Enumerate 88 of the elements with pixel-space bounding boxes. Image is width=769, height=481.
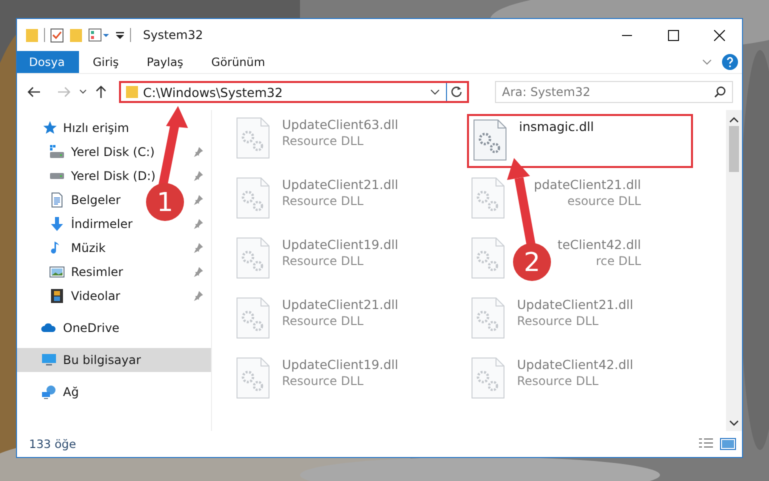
file-name[interactable]: insmagic.dll (519, 119, 594, 134)
file-name[interactable]: UpdateClient19.dll (282, 357, 398, 372)
chevron-down-icon[interactable] (79, 89, 87, 95)
sidebar-item[interactable]: Bu bilgisayar (63, 353, 141, 367)
folder-icon (125, 85, 139, 99)
selected-row-highlight[interactable]: Bu bilgisayar (17, 348, 211, 372)
step-number: 2 (524, 248, 540, 278)
file-type: Resource DLL (282, 194, 364, 208)
properties-icon[interactable] (88, 27, 110, 43)
sidebar-item[interactable]: Yerel Disk (C:) (71, 145, 155, 159)
file-gear-icon (236, 177, 270, 219)
file-gear-icon (236, 237, 270, 279)
file-name[interactable]: UpdateClient63.dll (282, 117, 398, 132)
file-type: Resource DLL (517, 374, 600, 388)
file-name[interactable]: pdateClient21.dll (534, 177, 641, 192)
file-name[interactable]: UpdateClient19.dll (282, 237, 398, 252)
step-marker (146, 183, 184, 221)
picture-icon (49, 264, 65, 280)
file-type: Resource DLL (282, 374, 364, 388)
sidebar-item[interactable]: Yerel Disk (D:) (71, 169, 156, 183)
sidebar-item[interactable]: OneDrive (63, 321, 120, 335)
ribbon-tab[interactable]: Giriş (78, 51, 133, 73)
step-marker (513, 243, 551, 281)
star-icon (41, 120, 57, 136)
pin-icon[interactable] (193, 243, 203, 253)
download-icon (49, 216, 65, 232)
close-icon[interactable] (714, 30, 724, 40)
pin-icon[interactable] (193, 291, 203, 301)
step-number: 1 (156, 188, 174, 218)
film-icon (49, 288, 65, 304)
pin-icon[interactable] (193, 147, 203, 157)
sidebar-item[interactable]: Resimler (71, 265, 124, 279)
file-name[interactable]: teClient42.dll (557, 237, 641, 252)
item-count: 133 öğe (29, 437, 76, 451)
window-title: System32 (143, 28, 204, 42)
scroll-down-icon[interactable] (729, 419, 739, 427)
ribbon-tab[interactable]: Görünüm (197, 51, 280, 73)
minimize-icon[interactable] (622, 34, 632, 36)
checklist-icon[interactable] (50, 27, 64, 43)
file-name[interactable]: UpdateClient21.dll (282, 297, 398, 312)
pin-icon[interactable] (193, 171, 203, 181)
file-type: Resource DLL (282, 314, 364, 328)
file-gear-icon (471, 297, 505, 339)
document-icon (49, 192, 65, 208)
ribbon-tab[interactable]: Dosya (17, 51, 79, 73)
address-bar[interactable]: C:\Windows\System32 (119, 81, 469, 103)
back-arrow-icon[interactable] (27, 86, 41, 98)
search-field[interactable]: Ara: System32 (495, 81, 733, 103)
sidebar-item[interactable]: Belgeler (71, 193, 121, 207)
up-arrow-icon[interactable] (95, 85, 107, 99)
drive-icon (49, 172, 65, 180)
thumbnail-view-icon[interactable] (720, 438, 736, 450)
file-type: Resource DLL (282, 254, 364, 268)
file-type: Resource DLL (517, 314, 600, 328)
ribbon-tab[interactable]: Paylaş (132, 51, 198, 73)
search-icon (714, 86, 726, 98)
file-type: Resource DLL (282, 134, 364, 148)
file-gear-icon (471, 357, 505, 399)
file-type: rce DLL (596, 254, 641, 268)
scroll-thumb[interactable] (729, 126, 739, 172)
details-view-icon[interactable] (698, 438, 714, 450)
chevron-down-icon[interactable] (430, 88, 440, 96)
file-type: esource DLL (567, 194, 641, 208)
network-icon (41, 384, 57, 400)
sidebar-item[interactable]: Videolar (71, 289, 120, 303)
sidebar-item[interactable]: Ağ (63, 385, 79, 399)
address-path: C:\Windows\System32 (142, 84, 284, 100)
file-gear-icon (236, 297, 270, 339)
scroll-up-icon[interactable] (729, 116, 739, 124)
file-gear-icon (471, 177, 505, 219)
monitor-icon (41, 352, 57, 368)
sidebar-item[interactable]: Hızlı erişim (63, 121, 130, 135)
file-name[interactable]: UpdateClient21.dll (282, 177, 398, 192)
maximize-icon[interactable] (668, 30, 678, 40)
scrollbar[interactable] (726, 110, 742, 431)
file-gear-icon (473, 119, 507, 161)
sidebar-item[interactable]: İndirmeler (71, 217, 133, 231)
sidebar-item[interactable]: Müzik (71, 241, 106, 255)
pin-icon[interactable] (193, 267, 203, 277)
pin-icon[interactable] (193, 195, 203, 205)
help-icon[interactable] (722, 54, 738, 70)
drive-icon (49, 144, 65, 160)
file-name[interactable]: UpdateClient42.dll (517, 357, 634, 372)
file-gear-icon (236, 357, 270, 399)
file-gear-icon (236, 117, 270, 159)
file-gear-icon (471, 237, 505, 279)
pin-icon[interactable] (193, 219, 203, 229)
file-name[interactable]: UpdateClient21.dll (517, 297, 634, 312)
